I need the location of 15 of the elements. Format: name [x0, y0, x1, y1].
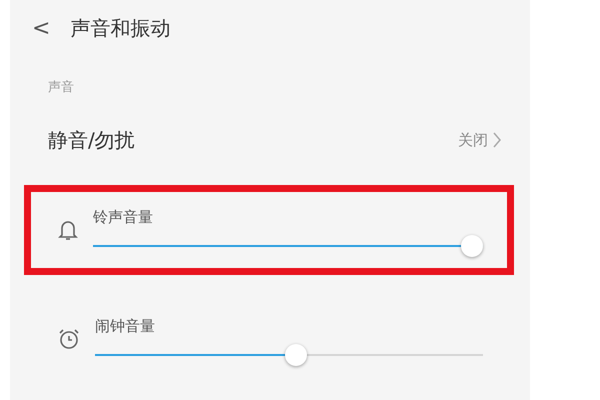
chevron-right-icon — [492, 131, 502, 149]
settings-row[interactable]: 静音/勿扰 关闭 — [10, 104, 530, 176]
alarm-clock-icon — [57, 327, 81, 351]
row-value: 关闭 — [458, 130, 488, 150]
slider-thumb[interactable] — [461, 234, 483, 256]
slider-label: 闹钟音量 — [95, 316, 156, 336]
back-button[interactable]: < — [32, 16, 50, 40]
volume-slider[interactable] — [93, 234, 483, 256]
volume-slider[interactable] — [95, 344, 483, 366]
row-label: 静音/勿扰 — [48, 126, 135, 154]
slider-label: 铃声音量 — [93, 208, 154, 226]
slider-thumb[interactable] — [285, 344, 308, 366]
page-title: 声音和振动 — [70, 14, 170, 42]
section-heading: 声音 — [47, 79, 75, 97]
bell-icon — [57, 218, 79, 242]
